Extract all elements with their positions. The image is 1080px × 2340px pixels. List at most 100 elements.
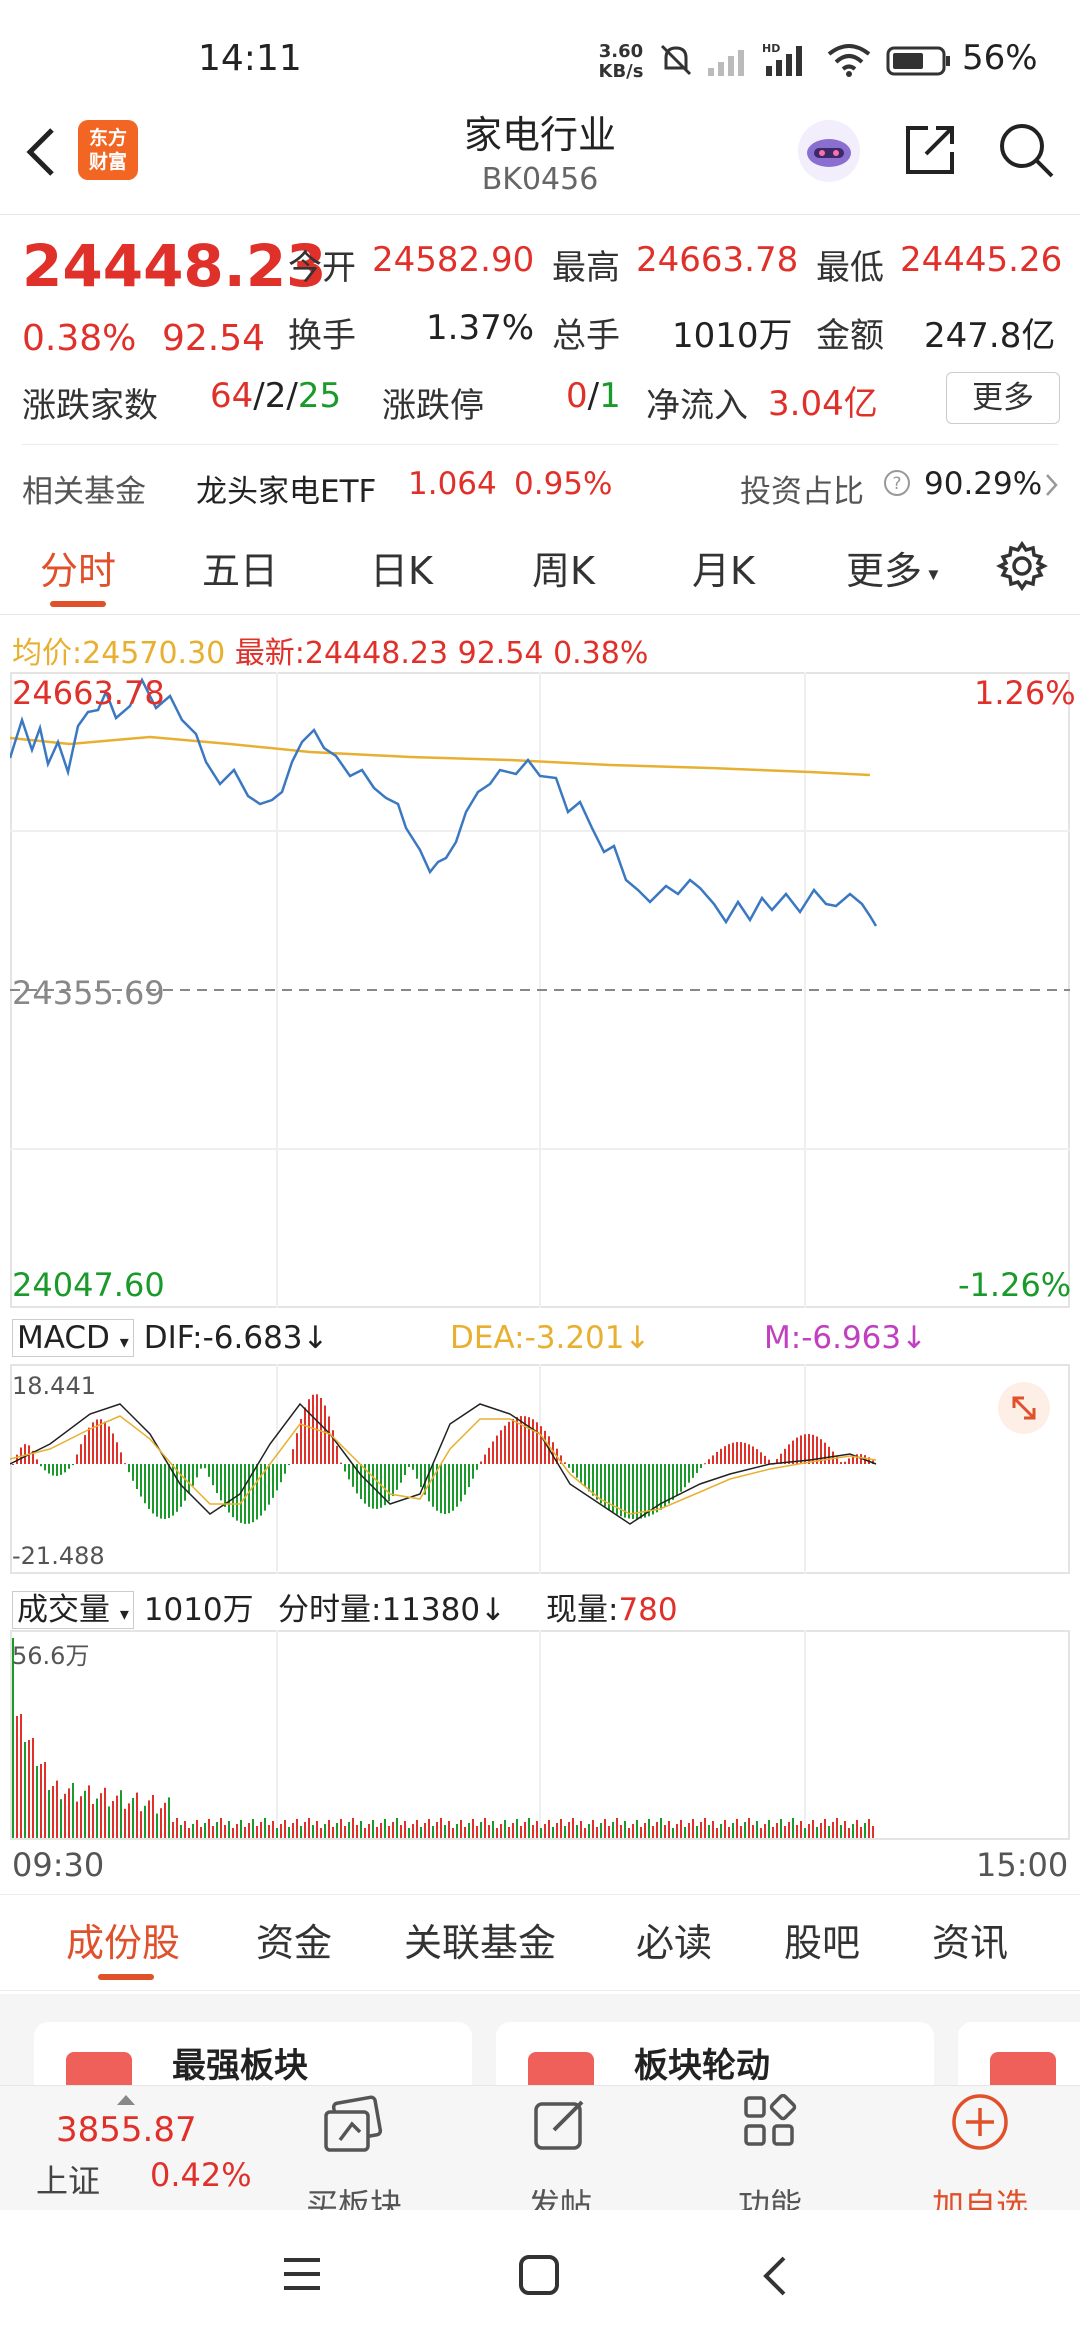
- volume-bar: [772, 1827, 774, 1838]
- macd-selector[interactable]: MACD ▾: [12, 1319, 134, 1357]
- subtab-funds-flow[interactable]: 资金: [256, 1912, 332, 1967]
- macd-bar: [532, 1419, 534, 1464]
- volume-chart[interactable]: [10, 1630, 1070, 1840]
- volume-selector[interactable]: 成交量 ▾: [12, 1591, 134, 1629]
- macd-bar: [764, 1455, 766, 1464]
- more-button[interactable]: 更多: [946, 372, 1060, 424]
- volume-bar: [52, 1786, 54, 1838]
- volume-bar: [640, 1827, 642, 1838]
- macd-bar: [328, 1416, 330, 1464]
- volume-bar: [208, 1819, 210, 1838]
- tab-more[interactable]: 更多 ▾: [846, 540, 938, 595]
- macd-bar: [188, 1464, 190, 1494]
- fund-name[interactable]: 龙头家电ETF: [196, 466, 376, 511]
- macd-bar: [392, 1464, 394, 1497]
- subtab-related-funds[interactable]: 关联基金: [404, 1912, 556, 1967]
- tab-weekly-k[interactable]: 周K: [532, 540, 595, 595]
- volume-bar: [272, 1821, 274, 1838]
- volume-bar: [16, 1716, 18, 1838]
- volume-bar: [680, 1820, 682, 1838]
- functions-grid-icon[interactable]: [742, 2094, 798, 2150]
- volume-bar: [620, 1825, 622, 1838]
- volume-bar: [860, 1827, 862, 1838]
- tab-daily-k[interactable]: 日K: [370, 540, 433, 595]
- macd-bar: [596, 1464, 598, 1500]
- open-value: 24582.90: [372, 240, 535, 280]
- volume-bar: [508, 1827, 510, 1838]
- macd-bar: [568, 1464, 570, 1468]
- tab-intraday[interactable]: 分时: [40, 540, 116, 595]
- volume-bar: [252, 1819, 254, 1838]
- macd-bar: [480, 1461, 482, 1464]
- macd-bar: [704, 1463, 706, 1465]
- volume-bar: [432, 1826, 434, 1838]
- macd-bar: [124, 1463, 126, 1465]
- assistant-robot-icon[interactable]: [796, 118, 862, 184]
- index-ticker[interactable]: 3855.87 上证 0.42%: [36, 2094, 252, 2204]
- breadth-label: 涨跌家数: [22, 386, 158, 426]
- menu-icon[interactable]: [282, 2256, 322, 2292]
- sector-card-icon: [66, 2052, 132, 2086]
- macd-bar: [440, 1464, 442, 1514]
- volume-bar: [864, 1823, 866, 1838]
- macd-bar: [636, 1464, 638, 1519]
- post-edit-icon[interactable]: [530, 2094, 590, 2154]
- macd-bar: [536, 1422, 538, 1464]
- search-icon[interactable]: [996, 120, 1056, 180]
- tab-five-day[interactable]: 五日: [202, 540, 278, 595]
- volume-bar: [148, 1800, 150, 1838]
- volume-bar: [704, 1818, 706, 1838]
- volume-bar: [144, 1805, 146, 1838]
- subtab-must-read[interactable]: 必读: [636, 1912, 712, 1967]
- intraday-price-chart[interactable]: [10, 672, 1070, 1308]
- chevron-right-icon[interactable]: [1044, 472, 1060, 498]
- macd-bar: [464, 1464, 466, 1495]
- volume-bar: [212, 1826, 214, 1838]
- macd-bar: [300, 1419, 302, 1464]
- volume-bar: [196, 1820, 198, 1838]
- settings-gear-icon[interactable]: [996, 540, 1048, 592]
- expand-icon[interactable]: [996, 1380, 1052, 1436]
- volume-bar: [352, 1818, 354, 1838]
- subtab-news[interactable]: 资讯: [932, 1912, 1008, 1967]
- subtab-constituents[interactable]: 成份股: [66, 1912, 180, 1967]
- macd-bar: [60, 1464, 62, 1475]
- volume-bar: [424, 1823, 426, 1838]
- macd-bar: [144, 1464, 146, 1504]
- share-icon[interactable]: [900, 120, 960, 180]
- network-speed: 3.60 KB/s: [598, 41, 644, 82]
- tab-monthly-k[interactable]: 月K: [692, 540, 755, 595]
- volume-bar: [240, 1820, 242, 1838]
- card-strongest-sector[interactable]: 最强板块: [34, 2022, 472, 2086]
- card-sector-rotation[interactable]: 板块轮动: [496, 2022, 934, 2086]
- macd-bar: [88, 1427, 90, 1464]
- macd-bar: [260, 1464, 262, 1516]
- macd-bar: [472, 1464, 474, 1479]
- volume-bar: [604, 1819, 606, 1838]
- macd-histogram: [12, 1394, 874, 1524]
- macd-bar: [800, 1435, 802, 1464]
- help-icon[interactable]: ?: [882, 468, 912, 498]
- add-watchlist-icon[interactable]: [950, 2092, 1010, 2152]
- volume-bar: [748, 1818, 750, 1838]
- volume-bar: [344, 1826, 346, 1838]
- volume-bar: [848, 1828, 850, 1838]
- volume-bar: [64, 1793, 66, 1838]
- volume-bar: [56, 1780, 58, 1838]
- home-icon[interactable]: [518, 2254, 560, 2296]
- volume-bar: [684, 1827, 686, 1838]
- card-partial[interactable]: [958, 2022, 1080, 2086]
- back-icon[interactable]: [760, 2254, 790, 2298]
- volume-bar: [20, 1714, 22, 1838]
- volume-bar: [608, 1826, 610, 1838]
- volume-bar: [32, 1738, 34, 1838]
- volume-bar: [692, 1819, 694, 1838]
- macd-bar: [632, 1464, 634, 1519]
- macd-bar: [488, 1447, 490, 1464]
- subtab-forum[interactable]: 股吧: [784, 1912, 860, 1967]
- macd-chart[interactable]: [10, 1364, 1070, 1574]
- macd-bar: [584, 1464, 586, 1488]
- macd-bar: [648, 1464, 650, 1517]
- breadth-values: 64/2/25: [210, 376, 342, 416]
- buy-sector-icon[interactable]: [320, 2094, 388, 2160]
